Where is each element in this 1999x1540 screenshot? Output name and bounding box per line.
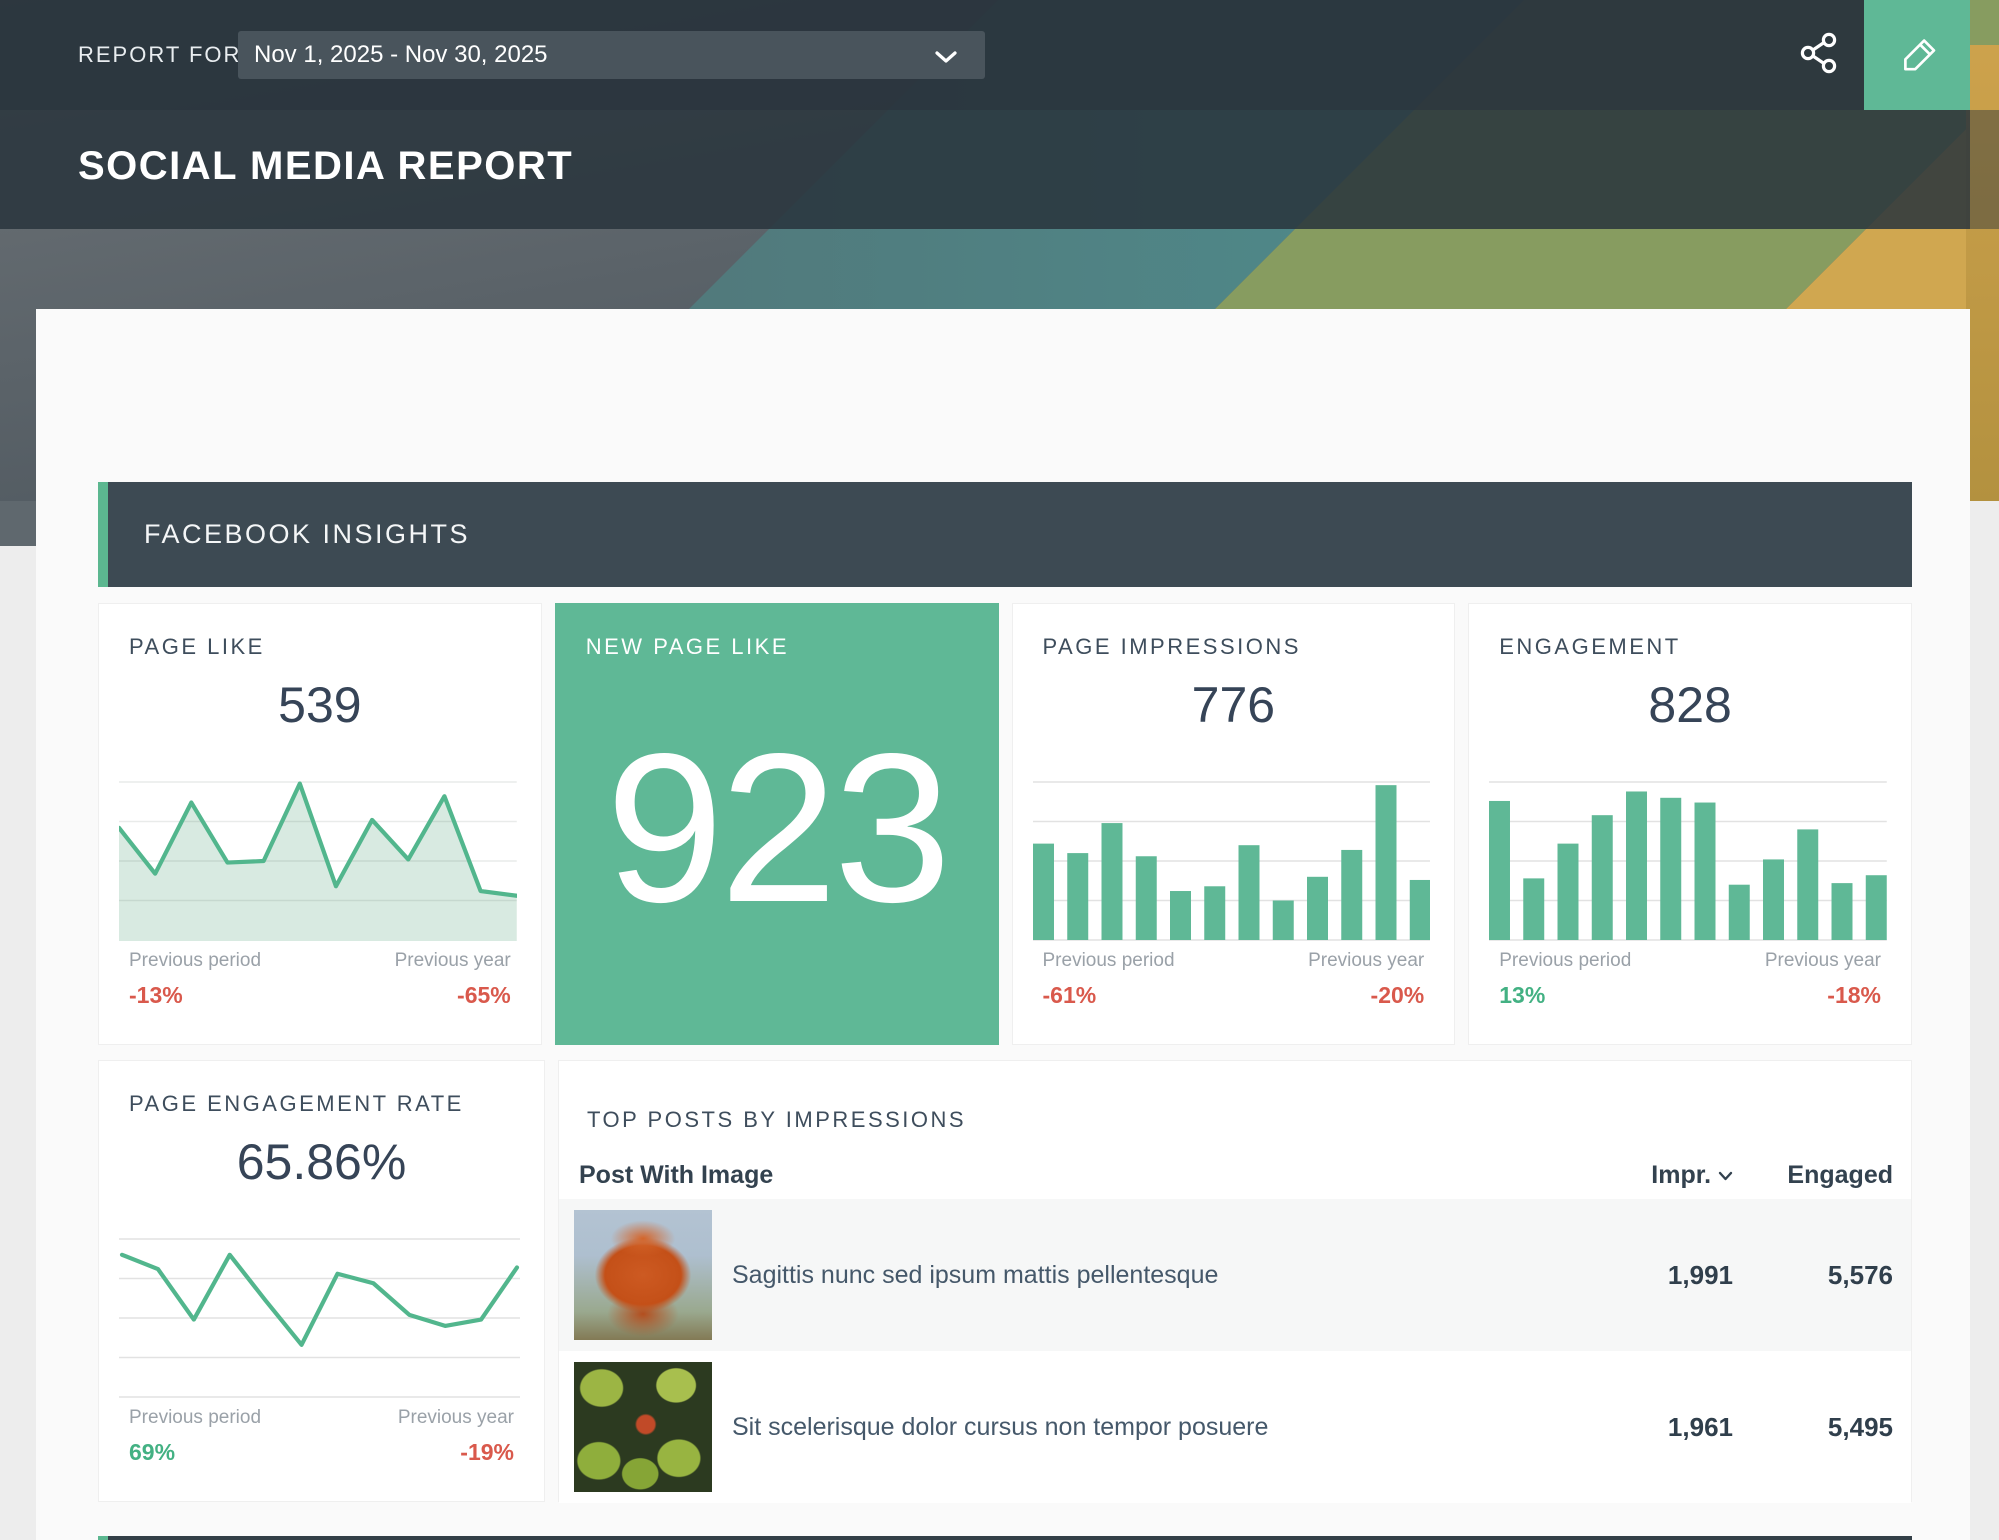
metric-card-page-engagement-rate: PAGE ENGAGEMENT RATE 65.86% Previous per… (98, 1060, 545, 1502)
metric-value: 65.86% (99, 1133, 544, 1191)
metric-title: PAGE LIKE (129, 634, 265, 660)
top-posts-table-header: Post With Image Impr. Engaged (579, 1161, 1893, 1190)
previous-period-label: Previous period (1499, 950, 1631, 972)
metric-value: 539 (99, 676, 541, 734)
post-impressions: 1,991 (1593, 1260, 1733, 1291)
pencil-icon (1892, 29, 1942, 82)
table-row[interactable]: Sit scelerisque dolor cursus non tempor … (559, 1351, 1911, 1503)
metric-title: ENGAGEMENT (1499, 634, 1680, 660)
date-range-select[interactable]: Nov 1, 2025 - Nov 30, 2025 (238, 31, 985, 79)
top-toolbar: REPORT FOR Nov 1, 2025 - Nov 30, 2025 (0, 0, 1970, 110)
previous-year-label: Previous year (1308, 950, 1424, 972)
post-thumbnail-maple-leaves (574, 1362, 712, 1492)
metric-card-page-like: PAGE LIKE 539 Previous period Previous y… (98, 603, 542, 1045)
section-title: FACEBOOK INSIGHTS (144, 482, 470, 587)
previous-year-label: Previous year (395, 950, 511, 972)
page-like-area-chart (119, 781, 517, 941)
chevron-down-icon (935, 50, 957, 68)
previous-year-label: Previous year (1765, 950, 1881, 972)
report-for-label: REPORT FOR (78, 42, 241, 68)
chevron-down-icon (1718, 1161, 1733, 1189)
report-page: SOCIAL MEDIA REPORT REPORT FOR Nov 1, 20… (0, 0, 1999, 1540)
previous-period-change: 13% (1499, 982, 1545, 1009)
share-button[interactable] (1790, 25, 1848, 83)
post-text: Sit scelerisque dolor cursus non tempor … (732, 1413, 1268, 1442)
metric-card-page-impressions: PAGE IMPRESSIONS 776 Previous period Pre… (1012, 603, 1456, 1045)
share-nodes-icon (1796, 64, 1842, 79)
metric-cards-row: PAGE LIKE 539 Previous period Previous y… (98, 603, 1912, 1045)
previous-period-change: 69% (129, 1439, 175, 1466)
column-impressions-sort[interactable]: Impr. (1593, 1161, 1733, 1190)
post-thumbnail-autumn-tree (574, 1210, 712, 1340)
top-posts-title: TOP POSTS BY IMPRESSIONS (587, 1107, 966, 1133)
metric-value: 828 (1469, 676, 1911, 734)
column-post-with-image: Post With Image (579, 1161, 1593, 1190)
corner-shade (1970, 110, 1999, 229)
engagement-rate-line-chart (119, 1238, 520, 1398)
previous-period-label: Previous period (129, 950, 261, 972)
previous-year-label: Previous year (398, 1407, 514, 1429)
metric-title: NEW PAGE LIKE (586, 634, 789, 660)
previous-year-change: -20% (1371, 982, 1425, 1009)
post-engaged: 5,576 (1733, 1260, 1893, 1291)
column-engaged[interactable]: Engaged (1733, 1161, 1893, 1190)
section-accent (98, 482, 108, 587)
metric-value: 776 (1013, 676, 1455, 734)
previous-period-label: Previous period (129, 1407, 261, 1429)
engagement-bar-chart (1489, 781, 1887, 941)
post-text: Sagittis nunc sed ipsum mattis pellentes… (732, 1261, 1218, 1290)
page-title: SOCIAL MEDIA REPORT (78, 144, 573, 189)
edit-report-button[interactable] (1864, 0, 1970, 110)
metric-value: 923 (556, 722, 998, 934)
section-accent (98, 1536, 108, 1540)
date-range-value: Nov 1, 2025 - Nov 30, 2025 (254, 41, 548, 69)
top-posts-card: TOP POSTS BY IMPRESSIONS Post With Image… (558, 1060, 1912, 1502)
page-impressions-bar-chart (1033, 781, 1431, 941)
previous-period-change: -61% (1043, 982, 1097, 1009)
metric-title: PAGE ENGAGEMENT RATE (129, 1091, 464, 1117)
next-section-bar (98, 1536, 1912, 1540)
metric-card-engagement: ENGAGEMENT 828 Previous period Previous … (1468, 603, 1912, 1045)
report-panel: FACEBOOK INSIGHTS PAGE LIKE 539 Previous… (36, 309, 1970, 1540)
previous-year-change: -18% (1827, 982, 1881, 1009)
previous-period-change: -13% (129, 982, 183, 1009)
previous-year-change: -65% (457, 982, 511, 1009)
metric-title: PAGE IMPRESSIONS (1043, 634, 1301, 660)
post-engaged: 5,495 (1733, 1412, 1893, 1443)
bottom-row: PAGE ENGAGEMENT RATE 65.86% Previous per… (98, 1060, 1912, 1502)
metric-card-new-page-like: NEW PAGE LIKE 923 (555, 603, 999, 1045)
post-impressions: 1,961 (1593, 1412, 1733, 1443)
left-margin (0, 501, 36, 546)
table-row[interactable]: Sagittis nunc sed ipsum mattis pellentes… (559, 1199, 1911, 1351)
report-header: SOCIAL MEDIA REPORT (0, 110, 1970, 229)
section-header-facebook-insights: FACEBOOK INSIGHTS (98, 482, 1912, 587)
previous-period-label: Previous period (1043, 950, 1175, 972)
previous-year-change: -19% (460, 1439, 514, 1466)
